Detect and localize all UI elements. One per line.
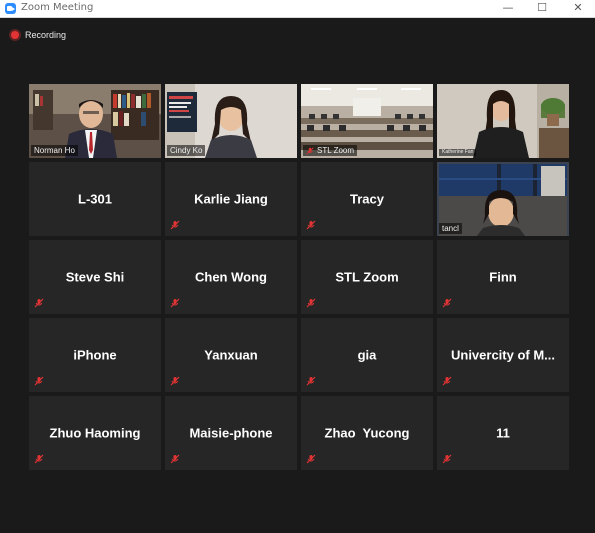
muted-microphone-icon: [170, 376, 180, 386]
participant-name: Univercity of M...: [450, 347, 556, 363]
name-tile-zhao-yucong[interactable]: Zhao Yucong: [301, 396, 433, 470]
participant-name: Finn: [489, 269, 517, 285]
name-tile-karlie-jiang[interactable]: Karlie Jiang: [165, 162, 297, 236]
muted-microphone-icon: [170, 454, 180, 464]
recording-label: Recording: [25, 30, 67, 40]
participant-name: Karlie Jiang: [194, 191, 268, 207]
participant-name: Steve Shi: [65, 269, 125, 285]
participant-name: Maisie-phone: [189, 425, 273, 441]
muted-microphone-icon: [34, 376, 44, 386]
participant-name-label: STL Zoom: [303, 145, 358, 156]
title-bar: Zoom Meeting — ☐ ✕: [0, 0, 595, 18]
muted-microphone-icon: [170, 298, 180, 308]
name-tile-stl-zoom[interactable]: STL Zoom: [301, 240, 433, 314]
participant-name-label: Norman Ho: [31, 145, 78, 156]
muted-microphone-icon: [306, 376, 316, 386]
name-tile-yanxuan[interactable]: Yanxuan: [165, 318, 297, 392]
video-feed: [437, 84, 569, 158]
muted-microphone-icon: [306, 298, 316, 308]
video-tile-stl-zoom-room[interactable]: STL Zoom: [301, 84, 433, 158]
name-tile-steve-shi[interactable]: Steve Shi: [29, 240, 161, 314]
recording-indicator[interactable]: Recording: [11, 29, 66, 41]
participant-name-label: tancl: [439, 223, 462, 234]
name-tile-univercity-of-m[interactable]: Univercity of M...: [437, 318, 569, 392]
participant-name: 11: [496, 425, 510, 441]
participant-name: Zhuo Haoming: [49, 425, 141, 441]
name-tile-maisie-phone[interactable]: Maisie-phone: [165, 396, 297, 470]
name-tile-chen-wong[interactable]: Chen Wong: [165, 240, 297, 314]
muted-microphone-icon: [442, 298, 452, 308]
muted-microphone-icon: [170, 220, 180, 230]
name-tile-zhuo-haoming[interactable]: Zhuo Haoming: [29, 396, 161, 470]
participant-name: Yanxuan: [204, 347, 258, 363]
muted-microphone-icon: [34, 454, 44, 464]
muted-microphone-icon: [442, 376, 452, 386]
participant-name: L-301: [78, 191, 112, 207]
participant-name-label: Cindy Ko: [167, 145, 206, 156]
muted-microphone-icon: [306, 454, 316, 464]
name-tile-tracy[interactable]: Tracy: [301, 162, 433, 236]
video-tile-katherine-fan[interactable]: Katherine Fan: [437, 84, 569, 158]
muted-microphone-icon: [442, 454, 452, 464]
name-tile-11[interactable]: 11: [437, 396, 569, 470]
name-tile-finn[interactable]: Finn: [437, 240, 569, 314]
participant-name: Chen Wong: [195, 269, 267, 285]
video-tile-tancl-active-speaker[interactable]: tancl: [437, 162, 569, 236]
name-tile-gia[interactable]: gia: [301, 318, 433, 392]
participant-name: Tracy: [350, 191, 384, 207]
video-tile-cindy-ko[interactable]: Cindy Ko: [165, 84, 297, 158]
window-title: Zoom Meeting: [21, 2, 94, 13]
minimize-button[interactable]: —: [491, 0, 525, 17]
maximize-button[interactable]: ☐: [525, 0, 559, 17]
muted-microphone-icon: [306, 146, 314, 155]
recording-dot-icon: [11, 31, 19, 39]
video-tile-norman-ho[interactable]: Norman Ho: [29, 84, 161, 158]
close-button[interactable]: ✕: [561, 0, 595, 17]
participant-name: STL Zoom: [335, 269, 399, 285]
name-tile-l-301[interactable]: L-301: [29, 162, 161, 236]
gallery-view: Norman Ho Cindy Ko STL Zoom Katherine Fa…: [29, 84, 569, 470]
muted-microphone-icon: [306, 220, 316, 230]
participant-name: gia: [357, 347, 377, 363]
participant-name: Zhao Yucong: [324, 425, 410, 441]
participant-name-label: Katherine Fan: [439, 149, 477, 156]
name-tile-iphone[interactable]: iPhone: [29, 318, 161, 392]
participant-name: iPhone: [73, 347, 117, 363]
zoom-app-icon: [5, 3, 16, 14]
muted-microphone-icon: [34, 298, 44, 308]
